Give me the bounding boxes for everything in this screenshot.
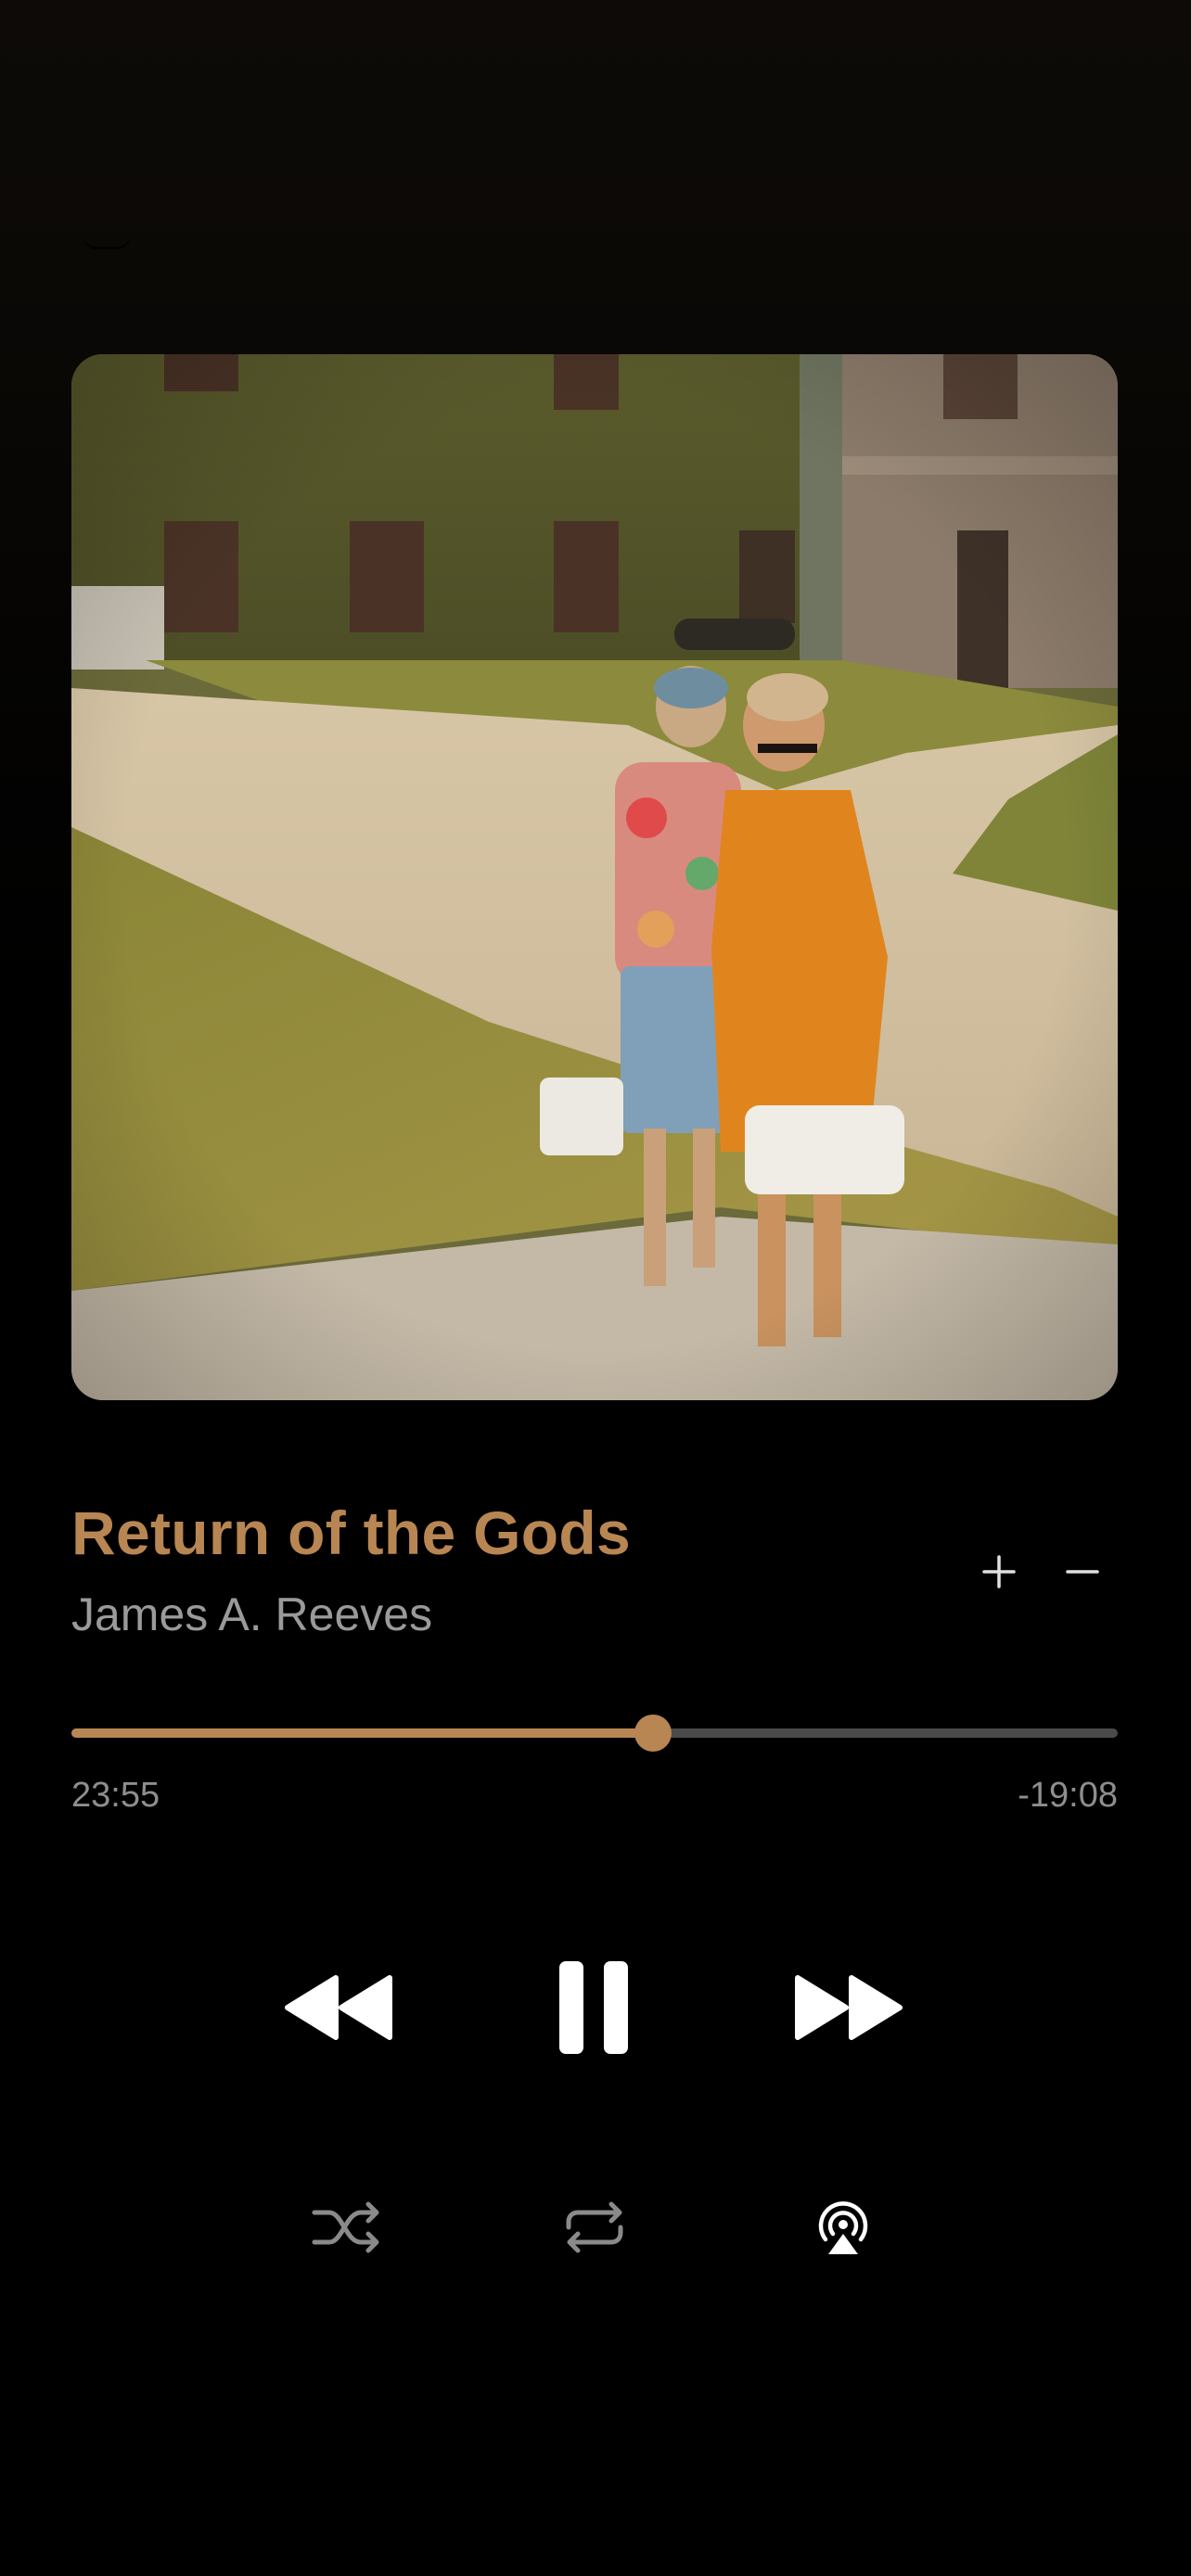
minus-icon[interactable] (1053, 1542, 1112, 1601)
airplay-icon[interactable] (797, 2181, 890, 2274)
shuffle-icon[interactable] (300, 2181, 392, 2274)
playback-scrubber[interactable] (71, 1715, 1118, 1752)
remaining-time: -19:08 (1018, 1776, 1118, 1815)
elapsed-time: 23:55 (71, 1776, 160, 1815)
pause-icon[interactable] (547, 1947, 640, 2068)
artwork-photo (71, 354, 1118, 1400)
progress-fill (71, 1728, 654, 1738)
album-artwork (71, 354, 1118, 1400)
now-playing-screen: Return of the Gods James A. Reeves 23:55… (0, 0, 1191, 2576)
scrubber-knob[interactable] (634, 1715, 672, 1752)
plus-icon[interactable] (969, 1542, 1029, 1601)
artist-name[interactable]: James A. Reeves (71, 1588, 432, 1641)
track-title: Return of the Gods (71, 1498, 632, 1567)
dismiss-handle-icon[interactable] (82, 234, 132, 249)
rewind-icon[interactable] (274, 1957, 403, 2059)
repeat-icon[interactable] (548, 2181, 641, 2274)
fast-forward-icon[interactable] (784, 1957, 914, 2059)
